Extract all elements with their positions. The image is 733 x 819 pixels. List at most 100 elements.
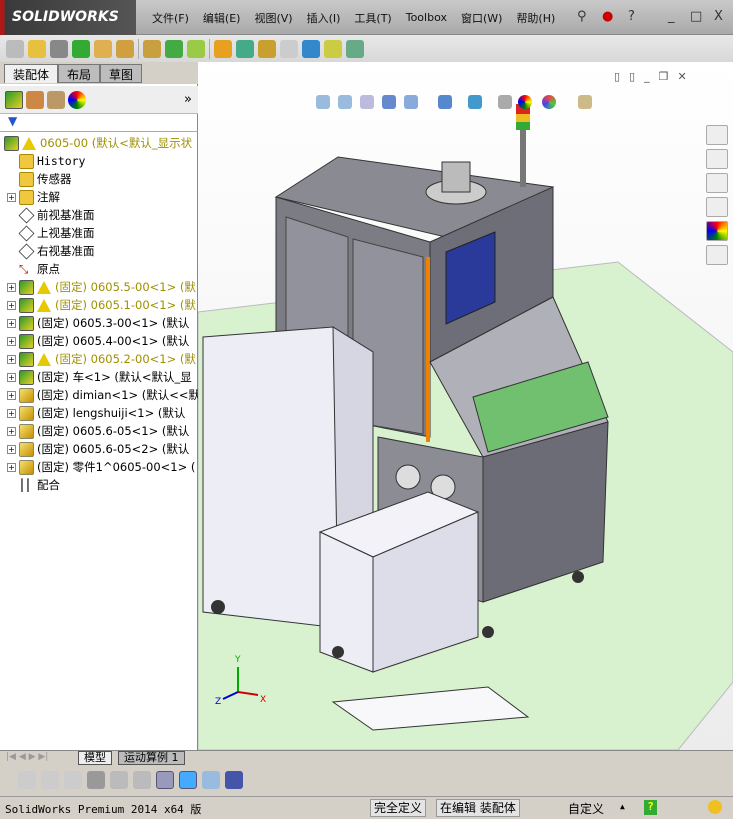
resources-icon[interactable] (706, 125, 728, 145)
tree-item[interactable]: 前视基准面 (0, 206, 198, 224)
3d-view-icon[interactable] (179, 771, 197, 789)
tree-item[interactable]: + (固定) 0605.6-05<2> (默认 (0, 440, 198, 458)
tab-motion-study[interactable]: 运动算例 1 (118, 751, 185, 765)
menu-file[interactable]: 文件(F) (145, 10, 196, 26)
display-manager-icon[interactable] (68, 90, 86, 109)
pin-icon[interactable]: ⚲ (577, 9, 587, 24)
property-manager-icon[interactable] (26, 90, 44, 109)
expand-icon[interactable]: + (7, 282, 16, 292)
expand-icon[interactable]: + (7, 354, 16, 364)
expand-icon[interactable]: + (7, 372, 16, 382)
tree-item[interactable]: + (固定) 0605.2-00<1> (默 (0, 350, 198, 368)
previous-view-icon[interactable] (360, 95, 374, 109)
menu-insert[interactable]: 插入(I) (300, 10, 348, 26)
menu-tools[interactable]: 工具(T) (347, 10, 398, 26)
appearances-icon[interactable] (706, 221, 728, 241)
mate-icon[interactable] (50, 39, 68, 58)
tree-item[interactable]: 0605-00 (默认<默认_显示状 (0, 134, 198, 152)
tree-item[interactable]: + (固定) 0605.6-05<1> (默认 (0, 422, 198, 440)
tab-layout[interactable]: 布局 (58, 64, 101, 83)
expand-icon[interactable]: + (7, 426, 16, 436)
expand-icon[interactable]: + (7, 318, 16, 328)
section-view-icon[interactable] (382, 95, 396, 109)
swap-icon[interactable] (133, 771, 151, 789)
apply-scene-icon[interactable] (542, 95, 556, 109)
view-settings-icon[interactable] (578, 95, 592, 109)
view-icon-2[interactable] (41, 771, 59, 789)
menu-view[interactable]: 视图(V) (247, 10, 299, 26)
tree-item[interactable]: + 注解 (0, 188, 198, 206)
move-component-icon[interactable] (116, 39, 134, 58)
clearance-icon[interactable] (324, 39, 342, 58)
units-selector[interactable]: 自定义 (568, 800, 604, 817)
restore-button[interactable]: □ (690, 9, 702, 24)
file-explorer-icon[interactable] (706, 173, 728, 193)
show-hidden-icon[interactable] (143, 39, 161, 58)
interference-icon[interactable] (302, 39, 320, 58)
bill-of-materials-icon[interactable] (236, 39, 254, 58)
new-motion-study-icon[interactable] (214, 39, 232, 58)
edit-appearance-icon[interactable] (518, 95, 532, 109)
view-icon-1[interactable] (18, 771, 36, 789)
graphics-area[interactable]: Y X Z ▯▯_❐✕ (197, 62, 733, 751)
view-orientation-icon[interactable] (438, 95, 452, 109)
units-arrow-icon[interactable]: ▲ (620, 802, 625, 811)
expand-icon[interactable]: + (7, 408, 16, 418)
tree-item[interactable]: ⤡ 原点 (0, 260, 198, 278)
minimize-button[interactable]: _ (668, 9, 675, 24)
tree-item[interactable]: + (固定) 0605.4-00<1> (默认 (0, 332, 198, 350)
filter-icon[interactable]: ▼ (0, 114, 198, 132)
reference-geometry-icon[interactable] (187, 39, 205, 58)
grid-icon[interactable] (110, 771, 128, 789)
tree-item[interactable]: + (固定) 0605.1-00<1> (默 (0, 296, 198, 314)
menu-edit[interactable]: 编辑(E) (196, 10, 248, 26)
close-button[interactable]: X (714, 9, 723, 24)
menu-toolbox[interactable]: Toolbox (399, 11, 454, 24)
tree-item[interactable]: + (固定) 零件1^0605-00<1> ( (0, 458, 198, 476)
zoom-to-fit-icon[interactable] (316, 95, 330, 109)
linear-pattern-icon[interactable] (72, 39, 90, 58)
hide-show-items-icon[interactable] (498, 95, 512, 109)
feature-manager-icon[interactable] (5, 90, 23, 109)
expand-panel-icon[interactable]: » (184, 92, 192, 107)
menu-help[interactable]: 帮助(H) (509, 10, 562, 26)
tree-item[interactable]: + (固定) lengshuiji<1> (默认 (0, 404, 198, 422)
exploded-view-icon[interactable] (258, 39, 276, 58)
menu-window[interactable]: 窗口(W) (454, 10, 509, 26)
insert-component-icon[interactable] (28, 39, 46, 58)
viewport-window-controls[interactable]: ▯▯_❐✕ (614, 70, 696, 83)
expand-icon[interactable]: + (7, 336, 16, 346)
tab-model[interactable]: 模型 (78, 751, 112, 765)
rebuild-light-icon[interactable]: ● (602, 9, 613, 24)
configuration-manager-icon[interactable] (47, 90, 65, 109)
tree-item[interactable]: + (固定) dimian<1> (默认<<默 (0, 386, 198, 404)
expand-icon[interactable]: + (7, 192, 16, 202)
tree-item[interactable]: ⎮⎮ 配合 (0, 476, 198, 494)
expand-icon[interactable]: + (7, 444, 16, 454)
expand-icon[interactable]: + (7, 300, 16, 310)
tab-assembly[interactable]: 装配体 (4, 64, 59, 83)
dynamic-annotation-icon[interactable] (404, 95, 418, 109)
tab-sketch[interactable]: 草图 (100, 64, 143, 83)
list-icon[interactable] (87, 771, 105, 789)
tree-item[interactable]: 传感器 (0, 170, 198, 188)
help-status-icon[interactable]: ? (644, 800, 657, 815)
tree-item[interactable]: 右视基准面 (0, 242, 198, 260)
expand-icon[interactable]: + (7, 390, 16, 400)
explode-line-icon[interactable] (280, 39, 298, 58)
new-part-icon[interactable] (6, 39, 24, 58)
table-icon[interactable] (202, 771, 220, 789)
design-library-icon[interactable] (706, 149, 728, 169)
hole-alignment-icon[interactable] (346, 39, 364, 58)
custom-properties-icon[interactable] (706, 245, 728, 265)
help-button[interactable]: ? (628, 9, 635, 24)
tree-item[interactable]: + (固定) 0605.5-00<1> (默 (0, 278, 198, 296)
expand-icon[interactable]: + (7, 462, 16, 472)
tree-item[interactable]: History (0, 152, 198, 170)
tree-item[interactable]: + (固定) 0605.3-00<1> (默认 (0, 314, 198, 332)
smart-fasteners-icon[interactable] (94, 39, 112, 58)
assembly-features-icon[interactable] (165, 39, 183, 58)
display-style-icon[interactable] (468, 95, 482, 109)
axes-view-icon[interactable] (156, 771, 174, 789)
tree-item[interactable]: + (固定) 车<1> (默认<默认_显 (0, 368, 198, 386)
